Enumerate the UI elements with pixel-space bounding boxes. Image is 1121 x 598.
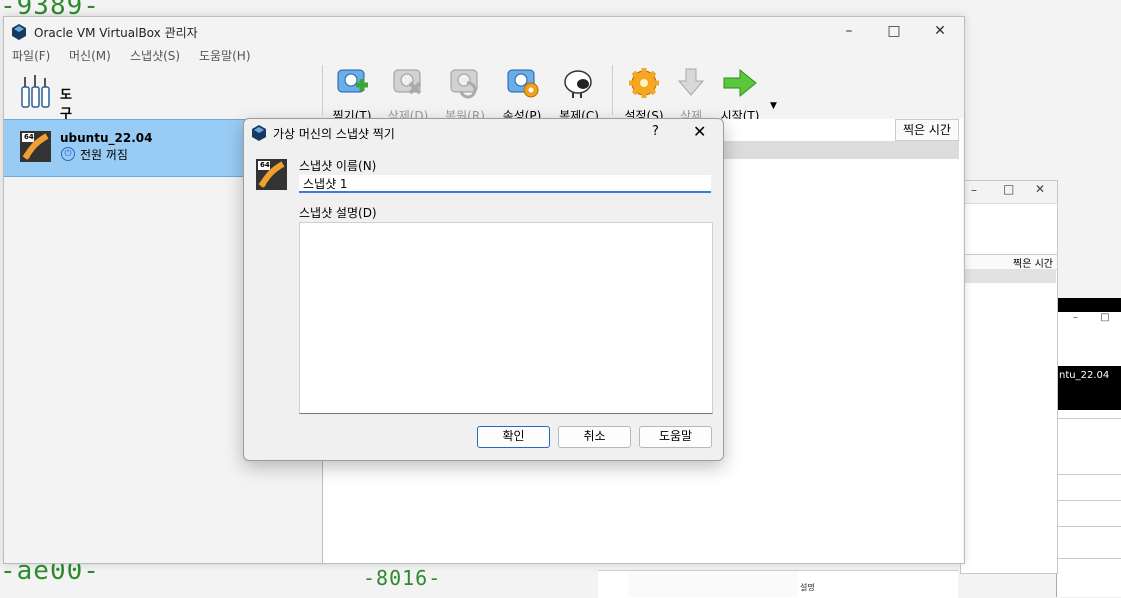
title-bar[interactable]: Oracle VM VirtualBox 관리자 – □ ✕	[4, 17, 964, 47]
dialog-close-button[interactable]: ✕	[693, 122, 706, 141]
arrow-down-icon	[677, 68, 705, 96]
ubuntu-vm-icon: 64	[19, 130, 52, 163]
delete-snapshot-button[interactable]: 삭제(D)	[380, 67, 436, 123]
arch-badge: 64	[260, 161, 270, 169]
start-button[interactable]: 시작(T)	[712, 67, 768, 123]
menu-machine[interactable]: 머신(M)	[69, 47, 111, 64]
cancel-button[interactable]: 취소	[558, 426, 631, 448]
restore-snapshot-button[interactable]: 복원(R)	[437, 67, 493, 123]
ubuntu-vm-icon: 64	[255, 158, 288, 191]
gear-icon	[629, 68, 659, 98]
background-column-header: 찍은 시간	[964, 254, 1058, 270]
menu-help[interactable]: 도움말(H)	[199, 47, 251, 64]
tools-label: 도구	[60, 88, 72, 122]
discard-button[interactable]: 삭제	[663, 67, 719, 123]
camera-settings-icon	[507, 69, 539, 98]
maximize-button[interactable]: □	[883, 22, 905, 40]
arch-badge: 64	[24, 133, 34, 141]
background-window: – □ ntu_22.04	[1056, 298, 1121, 597]
take-snapshot-button[interactable]: 찍기(T)	[324, 67, 380, 123]
minimize-button[interactable]: –	[838, 22, 860, 40]
dialog-title: 가상 머신의 스냅샷 찍기	[273, 127, 395, 141]
camera-restore-icon	[450, 69, 478, 99]
close-button[interactable]: ✕	[929, 22, 951, 40]
camera-delete-icon	[393, 69, 422, 95]
sheep-clone-icon	[564, 70, 592, 98]
arrow-right-icon	[723, 68, 757, 98]
snapshot-description-textarea[interactable]	[299, 222, 713, 414]
power-off-icon: ⏻	[61, 147, 75, 161]
background-vm-name: ntu_22.04	[1057, 366, 1121, 410]
vm-state: 전원 꺼짐	[80, 148, 128, 162]
take-snapshot-dialog: 가상 머신의 스냅샷 찍기 ? ✕ 64 스냅샷 이름(N) 스냅샷 설명(D)…	[243, 118, 724, 461]
column-header-time[interactable]: 찍은 시간	[895, 119, 959, 141]
snapshot-description-label: 스냅샷 설명(D)	[299, 206, 377, 220]
camera-add-icon	[337, 69, 368, 93]
virtualbox-logo-icon	[252, 125, 266, 141]
virtualbox-logo-icon	[12, 24, 26, 40]
help-button[interactable]: 도움말	[639, 426, 712, 448]
background-status: 설명	[800, 583, 815, 592]
help-icon[interactable]: ?	[652, 124, 659, 139]
snapshot-name-label: 스냅샷 이름(N)	[299, 159, 377, 173]
snapshot-toolbar: 찍기(T) 삭제(D) 복원(R) 속성(P) 복제(C) 설정(S) 삭제 시…	[322, 65, 962, 123]
menu-snapshot[interactable]: 스냅샷(S)	[130, 47, 180, 64]
ok-button[interactable]: 확인	[477, 426, 550, 448]
vm-name: ubuntu_22.04	[60, 131, 153, 145]
snapshot-properties-button[interactable]: 속성(P)	[494, 67, 550, 123]
tools-icon	[21, 75, 50, 108]
tools-item[interactable]: 도구	[20, 75, 72, 122]
menu-bar: 파일(F) 머신(M) 스냅샷(S) 도움말(H)	[4, 47, 964, 65]
clone-button[interactable]: 복제(C)	[551, 67, 607, 123]
menu-file[interactable]: 파일(F)	[12, 47, 50, 64]
snapshot-name-input[interactable]	[299, 175, 711, 193]
background-window: – □ ✕ 찍은 시간	[960, 180, 1058, 574]
window-title: Oracle VM VirtualBox 관리자	[34, 26, 198, 40]
background-terminal-text: -8016-	[363, 566, 442, 590]
start-dropdown-icon[interactable]: ▼	[770, 101, 777, 111]
